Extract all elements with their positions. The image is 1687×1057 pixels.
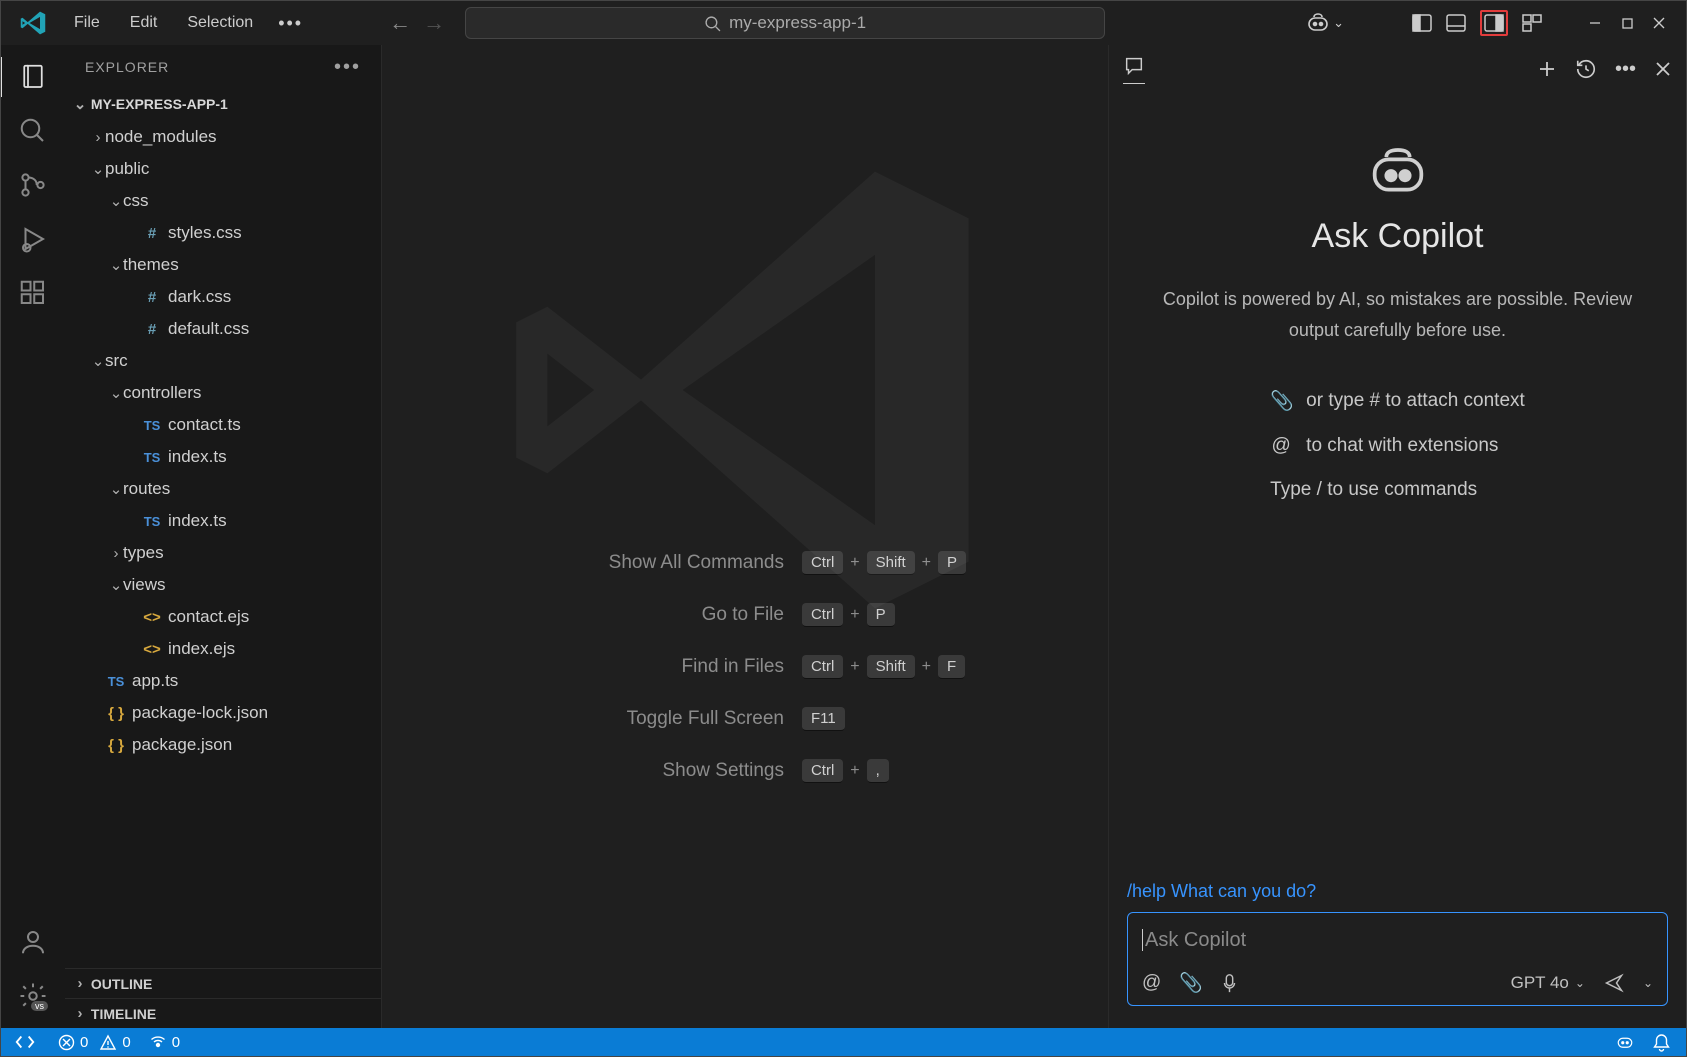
menu-edit[interactable]: Edit (117, 8, 171, 38)
status-bar: 0 0 0 (1, 1028, 1686, 1056)
folder-row[interactable]: ⌄routes (65, 473, 381, 505)
layout-panel-icon[interactable] (1446, 14, 1466, 32)
layout-primary-sidebar-icon[interactable] (1412, 14, 1432, 32)
shortcut-row: Show SettingsCtrl+, (524, 759, 966, 783)
activity-run-debug-icon[interactable] (13, 219, 53, 259)
nav-forward-icon[interactable]: → (423, 10, 445, 36)
file-row[interactable]: TSindex.ts (65, 505, 381, 537)
copilot-hint: 📎or type # to attach context (1270, 389, 1525, 413)
workspace-header[interactable]: ⌄ MY-EXPRESS-APP-1 (65, 89, 381, 119)
folder-row[interactable]: ›node_modules (65, 121, 381, 153)
panel-more-icon[interactable]: ••• (1615, 58, 1636, 81)
new-chat-icon[interactable] (1537, 59, 1557, 79)
status-copilot-icon[interactable] (1606, 1028, 1644, 1056)
command-center-label: my-express-app-1 (729, 13, 866, 33)
layout-secondary-sidebar-icon[interactable] (1480, 10, 1508, 36)
explorer-sidebar: EXPLORER ••• ⌄ MY-EXPRESS-APP-1 ›node_mo… (65, 45, 381, 1028)
folder-row[interactable]: ⌄themes (65, 249, 381, 281)
chat-placeholder: Ask Copilot (1145, 929, 1246, 952)
copilot-status-icon[interactable]: ⌄ (1306, 11, 1344, 35)
window-close-icon[interactable] (1650, 14, 1668, 32)
chat-tab-icon[interactable] (1123, 55, 1145, 84)
chat-input[interactable]: Ask Copilot @ 📎 GPT 4o⌄ ⌄ (1127, 912, 1668, 1006)
file-row[interactable]: <>contact.ejs (65, 601, 381, 633)
editor-area: Show All CommandsCtrl+Shift+PGo to FileC… (381, 45, 1108, 1028)
copilot-hints: 📎or type # to attach context @to chat wit… (1270, 389, 1525, 501)
folder-row[interactable]: ›types (65, 537, 381, 569)
activity-extensions-icon[interactable] (13, 273, 53, 313)
search-icon (704, 15, 721, 32)
shortcut-row: Find in FilesCtrl+Shift+F (524, 655, 966, 679)
copilot-hint: @to chat with extensions (1270, 435, 1525, 457)
folder-row[interactable]: ⌄controllers (65, 377, 381, 409)
status-notifications-icon[interactable] (1644, 1028, 1686, 1056)
remote-indicator-icon[interactable] (1, 1028, 49, 1056)
file-row[interactable]: TScontact.ts (65, 409, 381, 441)
file-row[interactable]: #styles.css (65, 217, 381, 249)
send-icon[interactable] (1603, 973, 1625, 993)
file-tree: ›node_modules⌄public⌄css#styles.css⌄them… (65, 119, 381, 968)
vscode-watermark-icon (485, 130, 1005, 650)
activity-source-control-icon[interactable] (13, 165, 53, 205)
sidebar-title: EXPLORER (85, 59, 169, 75)
folder-row[interactable]: ⌄public (65, 153, 381, 185)
history-icon[interactable] (1575, 58, 1597, 80)
nav-back-icon[interactable]: ← (389, 10, 411, 36)
copilot-panel: ••• Ask Copilot Copilot is powered by AI… (1108, 45, 1686, 1028)
shortcut-row: Toggle Full ScreenF11 (524, 707, 966, 731)
file-row[interactable]: #default.css (65, 313, 381, 345)
menu-selection[interactable]: Selection (174, 8, 266, 38)
command-center[interactable]: my-express-app-1 (465, 7, 1105, 39)
file-row[interactable]: { }package-lock.json (65, 697, 381, 729)
menu-more-icon[interactable]: ••• (270, 9, 311, 38)
activity-accounts-icon[interactable] (13, 922, 53, 962)
model-selector[interactable]: GPT 4o⌄ (1511, 973, 1585, 993)
mic-icon[interactable] (1221, 973, 1238, 993)
sidebar-more-icon[interactable]: ••• (334, 56, 361, 79)
status-problems[interactable]: 0 0 (49, 1028, 140, 1056)
file-row[interactable]: TSapp.ts (65, 665, 381, 697)
activity-bar: vs (1, 45, 65, 1028)
panel-close-icon[interactable] (1654, 60, 1672, 78)
activity-search-icon[interactable] (13, 111, 53, 151)
outline-section[interactable]: › OUTLINE (65, 968, 381, 998)
activity-settings-icon[interactable]: vs (13, 976, 53, 1016)
file-row[interactable]: <>index.ejs (65, 633, 381, 665)
attach-icon[interactable]: 📎 (1179, 971, 1203, 995)
copilot-subtitle: Copilot is powered by AI, so mistakes ar… (1158, 284, 1638, 345)
activity-explorer-icon[interactable] (13, 57, 53, 97)
file-row[interactable]: { }package.json (65, 729, 381, 761)
vscode-logo-icon (19, 9, 47, 37)
window-minimize-icon[interactable] (1586, 14, 1604, 32)
copilot-hint: Type / to use commands (1270, 479, 1525, 501)
file-row[interactable]: TSindex.ts (65, 441, 381, 473)
copilot-logo-icon (1366, 143, 1430, 199)
slash-hint[interactable]: /help What can you do? (1127, 881, 1668, 902)
customize-layout-icon[interactable] (1522, 14, 1542, 32)
folder-row[interactable]: ⌄src (65, 345, 381, 377)
file-row[interactable]: #dark.css (65, 281, 381, 313)
status-ports[interactable]: 0 (140, 1028, 189, 1056)
mention-icon[interactable]: @ (1142, 972, 1161, 994)
menu-file[interactable]: File (61, 8, 113, 38)
window-maximize-icon[interactable] (1618, 14, 1636, 32)
folder-row[interactable]: ⌄views (65, 569, 381, 601)
copilot-title: Ask Copilot (1312, 217, 1484, 256)
timeline-section[interactable]: › TIMELINE (65, 998, 381, 1028)
titlebar: File Edit Selection ••• ← → my-express-a… (1, 1, 1686, 45)
folder-row[interactable]: ⌄css (65, 185, 381, 217)
